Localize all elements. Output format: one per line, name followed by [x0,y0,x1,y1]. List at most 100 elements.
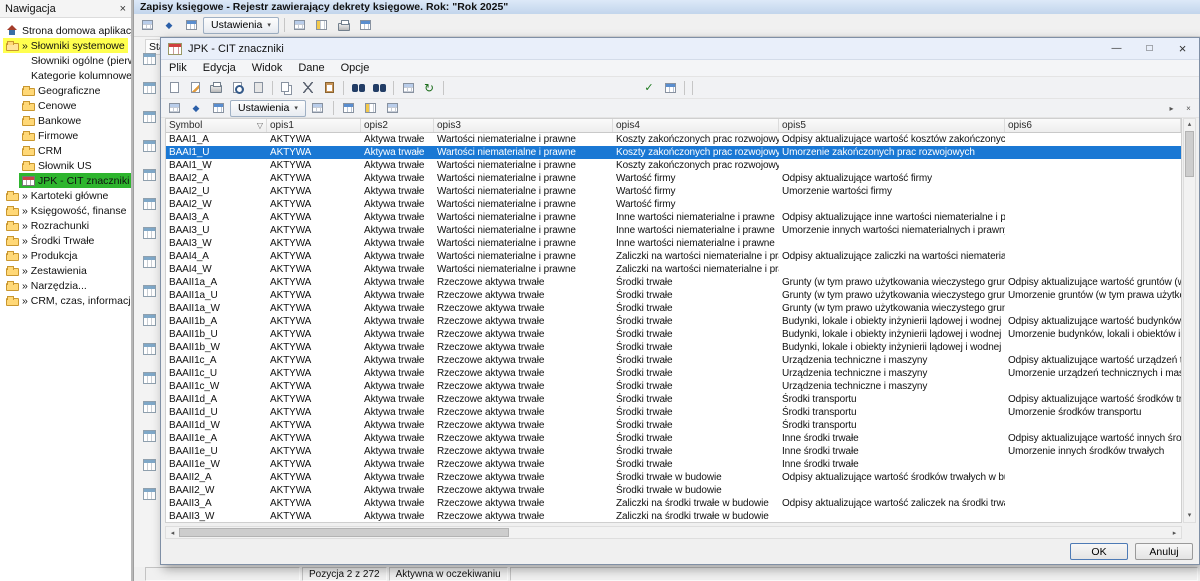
table-row[interactable]: BAAI3_A AKTYWA Aktywa trwałe Wartości ni… [166,211,1181,224]
sidebar-item[interactable]: » Produkcja [0,248,131,263]
table-row[interactable]: BAAI4_A AKTYWA Aktywa trwałe Wartości ni… [166,250,1181,263]
table-row[interactable]: BAAI1_W AKTYWA Aktywa trwałe Wartości ni… [166,159,1181,172]
table-row[interactable]: BAAII3_A AKTYWA Aktywa trwałe Rzeczowe a… [166,497,1181,510]
layout-icon[interactable] [181,16,201,34]
table-row[interactable]: BAAI2_W AKTYWA Aktywa trwałe Wartości ni… [166,198,1181,211]
grid-view-icon[interactable] [137,16,157,34]
record-navigator-icon[interactable]: ◆ [186,99,206,117]
page-setup-icon[interactable] [248,79,268,97]
scroll-right-icon[interactable]: ▸ [1168,529,1181,537]
dialog-titlebar[interactable]: JPK - CIT znaczniki — □ × [161,38,1199,60]
table-row[interactable]: BAAII1d_U AKTYWA Aktywa trwałe Rzeczowe … [166,406,1181,419]
ok-button[interactable]: OK [1070,543,1128,560]
sidebar-item[interactable]: Słownik US [0,158,131,173]
horizontal-scroll-thumb[interactable] [179,528,509,537]
table-row[interactable]: BAAII1c_U AKTYWA Aktywa trwałe Rzeczowe … [166,367,1181,380]
table-panel-icon[interactable] [143,111,156,123]
close-button[interactable]: × [1166,38,1199,59]
table-row[interactable]: BAAII3_W AKTYWA Aktywa trwałe Rzeczowe a… [166,510,1181,523]
scroll-right-icon[interactable]: ▸ [1164,99,1179,117]
table-panel-icon[interactable] [143,430,156,442]
table-row[interactable]: BAAII1b_W AKTYWA Aktywa trwałe Rzeczowe … [166,341,1181,354]
table-row[interactable]: BAAII2_W AKTYWA Aktywa trwałe Rzeczowe a… [166,484,1181,497]
menu-item[interactable]: Widok [244,62,291,74]
menu-item[interactable]: Opcje [333,62,378,74]
column-header[interactable]: opis3 [434,119,613,132]
table-icon[interactable] [398,79,418,97]
layout-icon[interactable] [208,99,228,117]
vertical-scroll-thumb[interactable] [1185,131,1194,177]
sidebar-item[interactable]: Firmowe [0,128,131,143]
table-row[interactable]: BAAII1a_U AKTYWA Aktywa trwałe Rzeczowe … [166,289,1181,302]
table-row[interactable]: BAAII1e_A AKTYWA Aktywa trwałe Rzeczowe … [166,432,1181,445]
ustawienia-dropdown[interactable]: Ustawienia ▾ [203,17,279,34]
table-row[interactable]: BAAII1d_A AKTYWA Aktywa trwałe Rzeczowe … [166,393,1181,406]
table-row[interactable]: BAAI3_W AKTYWA Aktywa trwałe Wartości ni… [166,237,1181,250]
menu-item[interactable]: Plik [161,62,195,74]
table-row[interactable]: BAAI4_W AKTYWA Aktywa trwałe Wartości ni… [166,263,1181,276]
sidebar-item[interactable]: » Narzędzia... [0,278,131,293]
table-row[interactable]: BAAII1d_W AKTYWA Aktywa trwałe Rzeczowe … [166,419,1181,432]
sidebar-item[interactable]: Strona domowa aplikacji [0,23,131,38]
menu-item[interactable]: Edycja [195,62,244,74]
sidebar-item[interactable]: JPK - CIT znaczniki [0,173,131,188]
sidebar-item[interactable]: Słowniki ogólne (pierwot... [0,53,131,68]
sidebar-item[interactable]: Cenowe [0,98,131,113]
column-header[interactable]: opis5 [779,119,1005,132]
export-table-icon[interactable] [339,99,359,117]
column-header[interactable]: opis4 [613,119,779,132]
search-icon[interactable] [348,79,368,97]
sidebar-item[interactable]: Bankowe [0,113,131,128]
copy-icon[interactable] [277,79,297,97]
scroll-down-icon[interactable]: ▾ [1188,510,1192,522]
table-row[interactable]: BAAII2_A AKTYWA Aktywa trwałe Rzeczowe a… [166,471,1181,484]
scroll-left-icon[interactable]: ◂ [166,529,179,537]
horizontal-scrollbar[interactable]: ◂ ▸ [165,526,1182,539]
table-panel-icon[interactable] [143,198,156,210]
sidebar-item[interactable]: » Słowniki systemowe [0,38,131,53]
table-panel-icon[interactable] [143,401,156,413]
minimize-button[interactable]: — [1100,38,1133,59]
sidebar-item[interactable]: » Zestawienia [0,263,131,278]
edit-document-icon[interactable] [185,79,205,97]
column-header[interactable]: Symbol ▽ [166,119,267,132]
table-row[interactable]: BAAII1e_W AKTYWA Aktywa trwałe Rzeczowe … [166,458,1181,471]
refresh-icon[interactable]: ↻ [419,79,439,97]
table-row[interactable]: BAAI2_U AKTYWA Aktywa trwałe Wartości ni… [166,185,1181,198]
search-next-icon[interactable] [369,79,389,97]
table-panel-icon[interactable] [143,459,156,471]
close-panel-icon[interactable]: × [1181,99,1196,117]
menu-item[interactable]: Dane [290,62,332,74]
export-table-icon[interactable] [290,16,310,34]
cut-icon[interactable] [298,79,318,97]
summary-icon[interactable] [383,99,403,117]
table-panel-icon[interactable] [143,82,156,94]
sidebar-item[interactable]: » Kartoteki główne [0,188,131,203]
ustawienia-dropdown[interactable]: Ustawienia ▾ [230,100,306,117]
columns-icon[interactable] [312,16,332,34]
sidebar-item[interactable]: » CRM, czas, informacja [0,293,131,308]
special-functions-icon[interactable] [660,79,680,97]
table-panel-icon[interactable] [143,372,156,384]
record-navigator-icon[interactable]: ◆ [159,16,179,34]
vertical-scrollbar[interactable]: ▴ ▾ [1183,118,1196,523]
print-icon[interactable] [206,79,226,97]
columns-icon[interactable] [361,99,381,117]
sidebar-item[interactable]: » Rozrachunki [0,218,131,233]
sidebar-item[interactable]: » Środki Trwałe [0,233,131,248]
sidebar-item[interactable]: Kategorie kolumnowe [0,68,131,83]
table-row[interactable]: BAAII1b_A AKTYWA Aktywa trwałe Rzeczowe … [166,315,1181,328]
table-row[interactable]: BAAI3_U AKTYWA Aktywa trwałe Wartości ni… [166,224,1181,237]
new-document-icon[interactable] [164,79,184,97]
table-row[interactable]: BAAII1b_U AKTYWA Aktywa trwałe Rzeczowe … [166,328,1181,341]
column-header[interactable]: opis6 [1005,119,1181,132]
table-row[interactable]: BAAI2_A AKTYWA Aktywa trwałe Wartości ni… [166,172,1181,185]
table-panel-icon[interactable] [143,53,156,65]
column-header[interactable]: opis2 [361,119,434,132]
main-window-titlebar[interactable]: Zapisy księgowe - Rejestr zawierający de… [134,0,1200,14]
grid-settings-icon[interactable] [308,99,328,117]
column-header[interactable]: opis1 [267,119,361,132]
table-panel-icon[interactable] [143,488,156,500]
table-panel-icon[interactable] [143,256,156,268]
table-row[interactable]: BAAII1e_U AKTYWA Aktywa trwałe Rzeczowe … [166,445,1181,458]
